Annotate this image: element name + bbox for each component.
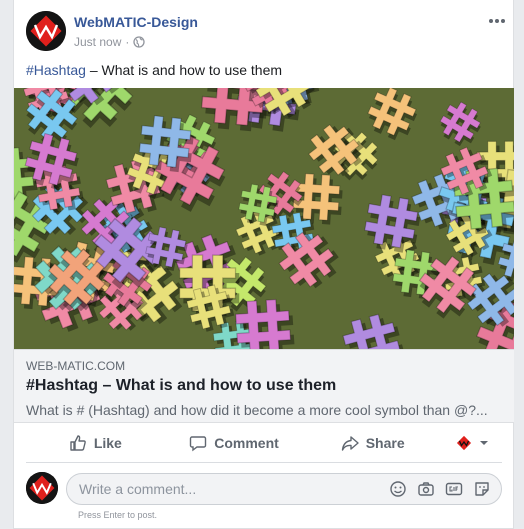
webmatic-logo-icon xyxy=(26,472,58,504)
comment-input[interactable] xyxy=(79,474,379,504)
comment-input-wrapper xyxy=(66,473,502,505)
post-as-selector[interactable] xyxy=(442,427,502,459)
action-bar: Like Comment Share xyxy=(26,424,502,463)
post-time[interactable]: Just now xyxy=(74,35,121,49)
hashtag-link[interactable]: #Hashtag xyxy=(26,62,86,78)
share-button[interactable]: Share xyxy=(303,427,442,459)
post-card: WebMATIC-Design Just now · #Hashtag – Wh… xyxy=(13,0,514,529)
post-meta: Just now · xyxy=(74,35,146,49)
webmatic-logo-icon xyxy=(26,11,66,51)
comment-button[interactable]: Comment xyxy=(165,427,304,459)
more-options-icon[interactable] xyxy=(485,11,509,31)
post-header: WebMATIC-Design Just now · xyxy=(26,11,505,53)
author-name[interactable]: WebMATIC-Design xyxy=(74,14,198,30)
emoji-icon[interactable] xyxy=(389,480,407,498)
page-avatar[interactable] xyxy=(26,11,66,51)
link-preview-image[interactable] xyxy=(14,88,514,349)
comment-tools xyxy=(389,480,491,498)
share-label: Share xyxy=(365,435,405,451)
comment-label: Comment xyxy=(214,435,279,451)
share-arrow-icon xyxy=(341,436,359,451)
speech-bubble-icon xyxy=(190,436,207,452)
link-domain: WEB-MATIC.COM xyxy=(26,359,126,373)
commenter-avatar[interactable] xyxy=(26,472,58,504)
thumbs-up-icon xyxy=(70,435,86,451)
comment-hint: Press Enter to post. xyxy=(78,510,158,520)
chevron-down-icon xyxy=(479,441,488,445)
page-logo-icon xyxy=(456,435,471,451)
meta-separator: · xyxy=(125,35,130,49)
globe-icon[interactable] xyxy=(133,36,146,48)
post-text: #Hashtag – What is and how to use them xyxy=(26,62,282,78)
hashtags-image xyxy=(14,88,514,349)
camera-icon[interactable] xyxy=(417,480,435,498)
link-description: What is # (Hashtag) and how did it becom… xyxy=(26,402,488,418)
gif-icon[interactable] xyxy=(445,480,463,498)
like-button[interactable]: Like xyxy=(26,427,165,459)
link-preview-box[interactable]: WEB-MATIC.COM #Hashtag – What is and how… xyxy=(14,349,514,423)
link-title[interactable]: #Hashtag – What is and how to use them xyxy=(26,377,336,395)
like-label: Like xyxy=(93,435,122,451)
post-text-rest: – What is and how to use them xyxy=(85,62,283,78)
comment-composer xyxy=(26,472,504,512)
sticker-icon[interactable] xyxy=(473,480,491,498)
